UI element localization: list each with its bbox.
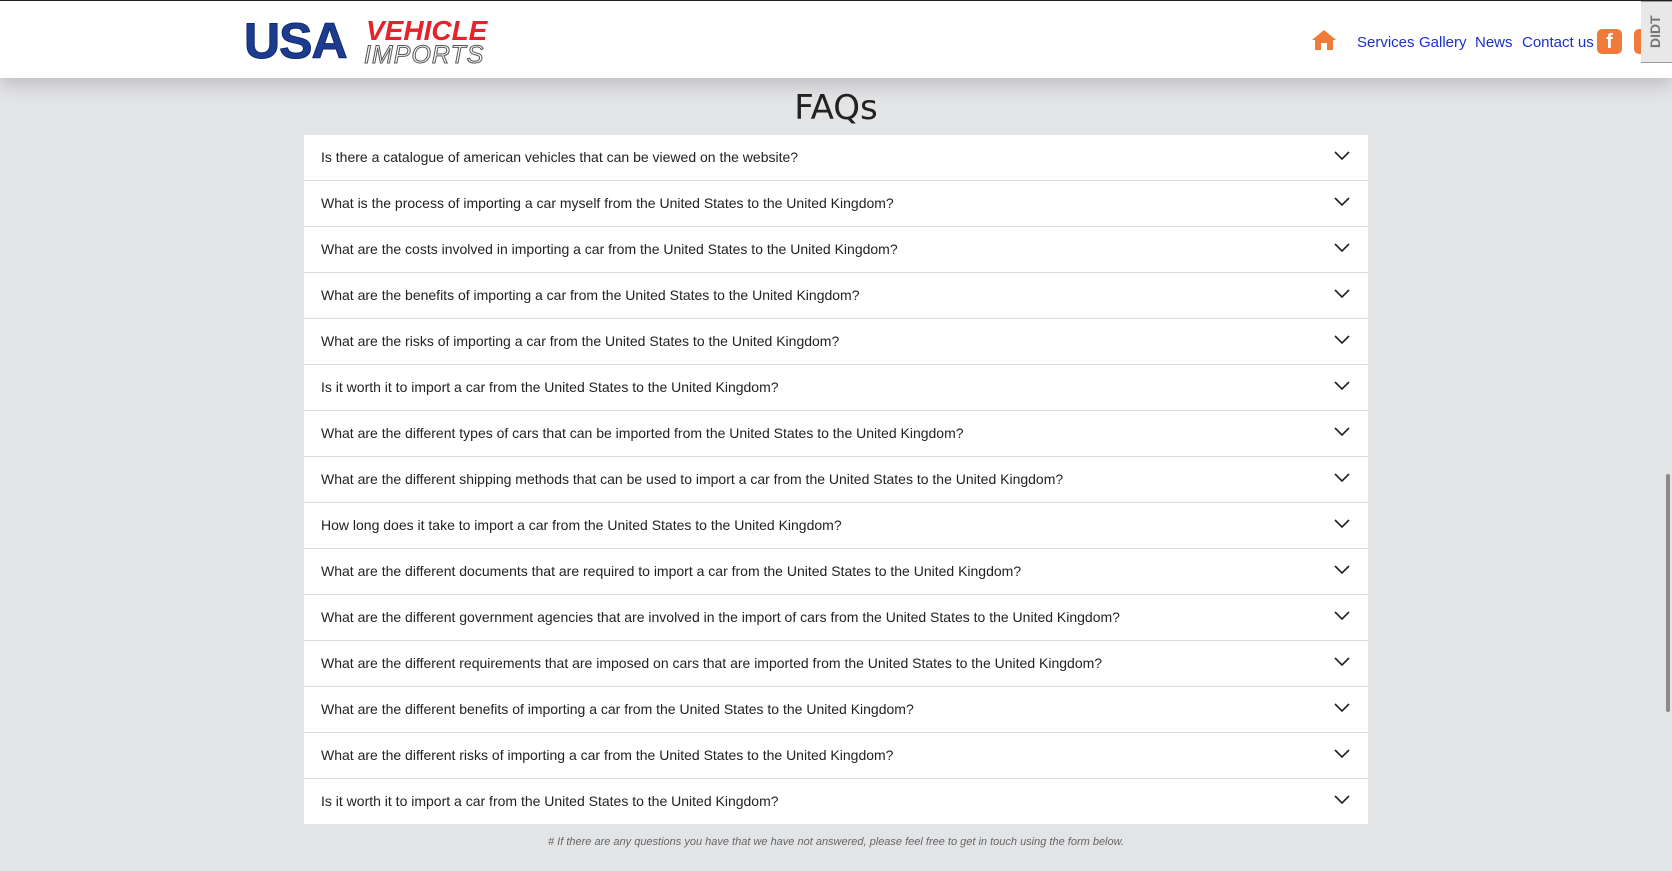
faq-question: Is there a catalogue of american vehicle…: [321, 149, 799, 165]
faq-item[interactable]: How long does it take to import a car fr…: [304, 503, 1368, 549]
faq-question: What are the costs involved in importing…: [321, 241, 898, 257]
chevron-down-icon[interactable]: [1334, 427, 1350, 437]
chevron-down-icon[interactable]: [1334, 197, 1350, 207]
faq-question: What are the different types of cars tha…: [321, 425, 964, 441]
scrollbar-thumb[interactable]: [1666, 474, 1670, 712]
chevron-down-icon[interactable]: [1334, 151, 1350, 161]
browser-extension-tab[interactable]: DIDT: [1641, 1, 1672, 63]
faq-footnote: # If there are any questions you have th…: [547, 836, 1125, 848]
logo-imports-text: IMPORTS: [363, 41, 485, 69]
faq-item[interactable]: What are the costs involved in importing…: [304, 227, 1368, 273]
nav-contact-us[interactable]: Contact us: [1522, 34, 1594, 51]
chevron-down-icon[interactable]: [1334, 703, 1350, 713]
faq-item[interactable]: What are the different types of cars tha…: [304, 411, 1368, 457]
site-header: USA VEHICLE IMPORTS Services Gallery New…: [0, 1, 1672, 78]
chevron-down-icon[interactable]: [1334, 657, 1350, 667]
chevron-down-icon[interactable]: [1334, 611, 1350, 621]
page-title: FAQs: [794, 88, 878, 128]
faq-item[interactable]: What are the different requirements that…: [304, 641, 1368, 687]
faq-question: Is it worth it to import a car from the …: [321, 379, 779, 395]
facebook-icon[interactable]: f: [1597, 29, 1622, 54]
faq-question: What are the risks of importing a car fr…: [321, 333, 840, 349]
faq-item[interactable]: What are the different benefits of impor…: [304, 687, 1368, 733]
logo-usa-text: USA: [244, 13, 349, 69]
chevron-down-icon[interactable]: [1334, 381, 1350, 391]
nav-gallery[interactable]: Gallery: [1419, 34, 1467, 51]
chevron-down-icon[interactable]: [1334, 795, 1350, 805]
scrollbar-track[interactable]: [1664, 0, 1672, 871]
chevron-down-icon[interactable]: [1334, 519, 1350, 529]
faq-question: What are the benefits of importing a car…: [321, 287, 860, 303]
faq-question: What is the process of importing a car m…: [321, 195, 894, 211]
faq-accordion: Is there a catalogue of american vehicle…: [304, 135, 1368, 824]
faq-item[interactable]: What are the different risks of importin…: [304, 733, 1368, 779]
faq-question: How long does it take to import a car fr…: [321, 517, 842, 533]
chevron-down-icon[interactable]: [1334, 335, 1350, 345]
faq-question: What are the different requirements that…: [321, 655, 1103, 671]
faq-item[interactable]: What is the process of importing a car m…: [304, 181, 1368, 227]
faq-question: What are the different benefits of impor…: [321, 701, 914, 717]
faq-question: What are the different documents that ar…: [321, 563, 1022, 579]
faq-item[interactable]: What are the benefits of importing a car…: [304, 273, 1368, 319]
chevron-down-icon[interactable]: [1334, 749, 1350, 759]
faq-question: What are the different shipping methods …: [321, 471, 1064, 487]
chevron-down-icon[interactable]: [1334, 243, 1350, 253]
faq-item[interactable]: Is it worth it to import a car from the …: [304, 779, 1368, 824]
nav-services[interactable]: Services: [1357, 34, 1415, 51]
faq-item[interactable]: What are the different documents that ar…: [304, 549, 1368, 595]
site-logo[interactable]: USA VEHICLE IMPORTS: [244, 13, 500, 69]
faq-item[interactable]: What are the different shipping methods …: [304, 457, 1368, 503]
faq-item[interactable]: Is there a catalogue of american vehicle…: [304, 135, 1368, 181]
chevron-down-icon[interactable]: [1334, 289, 1350, 299]
home-icon[interactable]: [1311, 29, 1337, 51]
nav-news[interactable]: News: [1475, 34, 1513, 51]
chevron-down-icon[interactable]: [1334, 565, 1350, 575]
chevron-down-icon[interactable]: [1334, 473, 1350, 483]
faq-item[interactable]: What are the different government agenci…: [304, 595, 1368, 641]
faq-item[interactable]: What are the risks of importing a car fr…: [304, 319, 1368, 365]
faq-question: Is it worth it to import a car from the …: [321, 793, 779, 809]
faq-question: What are the different government agenci…: [321, 609, 1120, 625]
faq-item[interactable]: Is it worth it to import a car from the …: [304, 365, 1368, 411]
faq-question: What are the different risks of importin…: [321, 747, 894, 763]
